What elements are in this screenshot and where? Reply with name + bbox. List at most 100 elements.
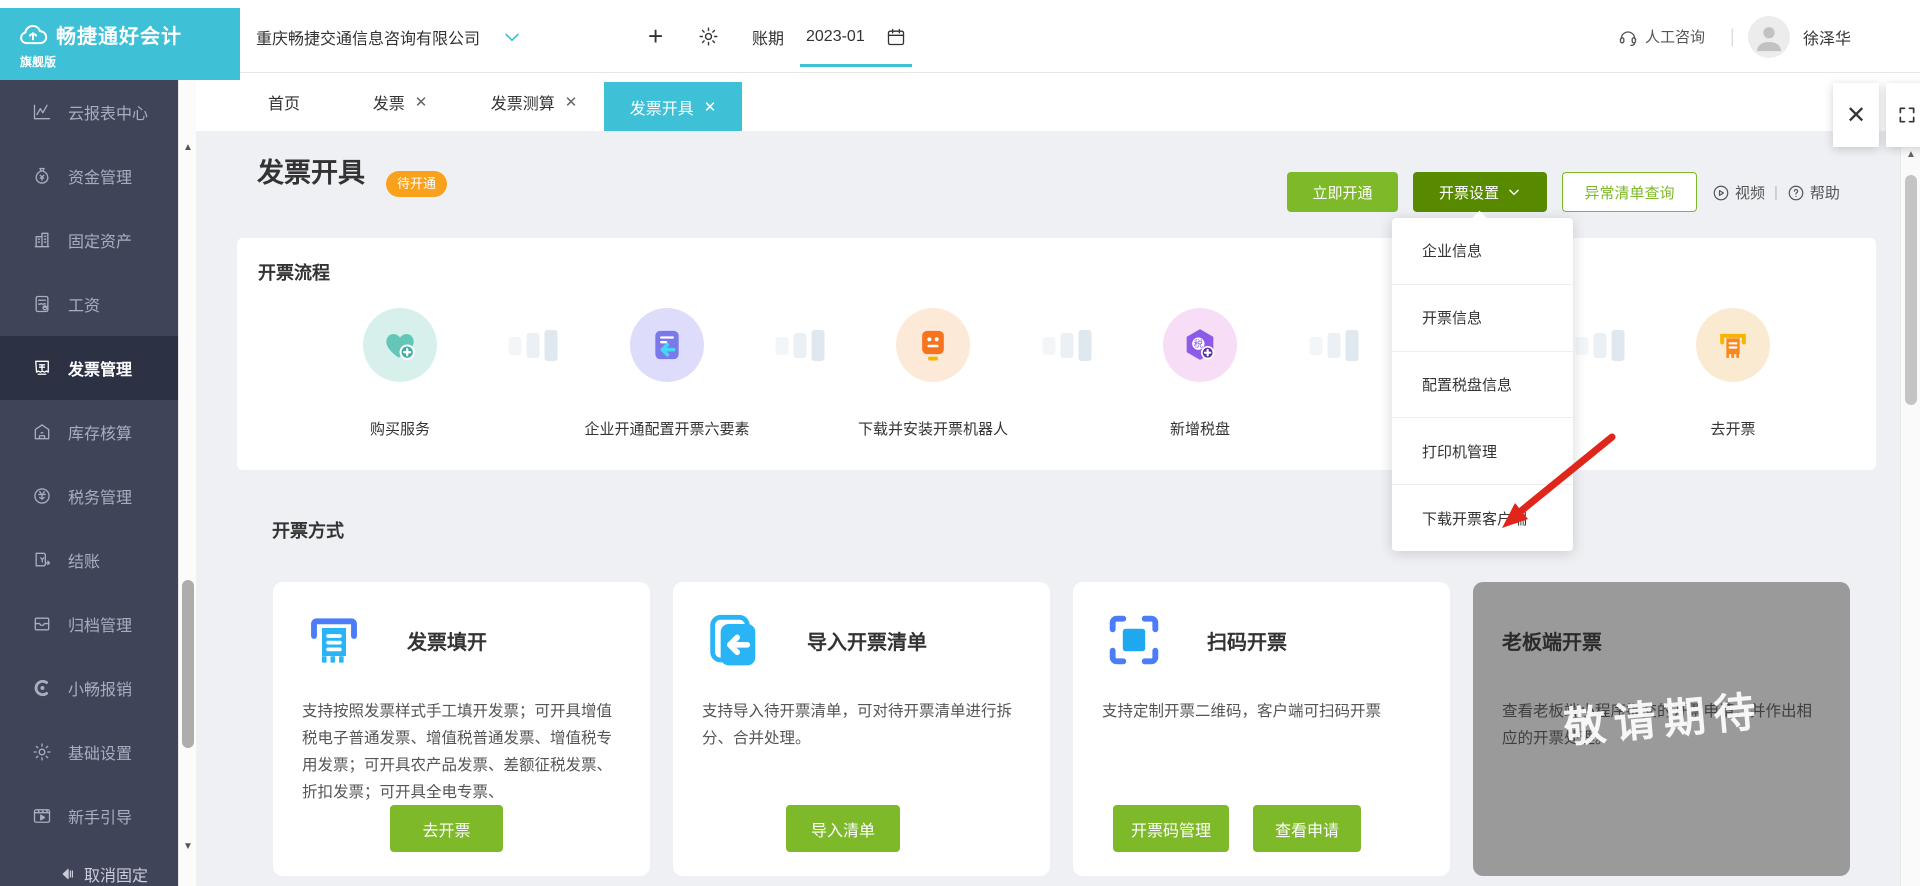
invoice-settings-dropdown-button[interactable]: 开票设置 <box>1413 172 1547 212</box>
tab-label: 发票 <box>372 96 405 113</box>
method-card-title: 扫码开票 <box>1207 632 1287 654</box>
tax-circle-icon <box>34 488 50 504</box>
account-settings-gear-icon[interactable] <box>698 0 719 73</box>
method-card-title: 发票填开 <box>407 632 487 654</box>
document-arrow-icon <box>655 330 679 360</box>
flow-step-download-robot[interactable]: 下载并安装开票机器人 <box>858 308 1008 438</box>
menu-item-invoicing-info[interactable]: 开票信息 <box>1392 283 1573 351</box>
video-help-links: 视频 | 帮助 <box>1712 182 1840 203</box>
live-support-button[interactable]: 人工咨询 <box>1618 0 1705 73</box>
sidebar-item-label: 新手引导 <box>68 810 133 827</box>
period-label: 账期 <box>752 30 785 48</box>
headset-icon <box>1619 30 1637 46</box>
help-link[interactable]: 帮助 <box>1787 182 1840 203</box>
activate-now-button[interactable]: 立即开通 <box>1287 172 1398 212</box>
tab-invoice[interactable]: 发票 ✕ <box>351 73 449 131</box>
brand-name: 畅捷通好会计 <box>56 26 182 48</box>
sidebar-item-label: 小畅报销 <box>68 682 133 699</box>
company-selector[interactable]: 重庆畅捷交通信息咨询有限公司 <box>256 0 522 73</box>
unpin-sidebar-button[interactable]: 取消固定 <box>0 854 178 886</box>
main-scroll-thumb[interactable] <box>1905 175 1917 405</box>
sidebar-item-archive[interactable]: 归档管理 <box>0 592 178 656</box>
fullscreen-button[interactable] <box>1886 83 1920 147</box>
method-card-desc: 支持定制开票二维码，客户端可扫码开票 <box>1102 703 1382 720</box>
add-account-button[interactable]: + <box>648 0 663 73</box>
expense-c-icon <box>34 679 48 697</box>
tab-label: 首页 <box>267 96 300 113</box>
unpin-icon <box>62 868 73 880</box>
flow-section-title: 开票流程 <box>258 263 330 283</box>
tax-disk-plus-icon: 税 <box>1186 329 1215 360</box>
import-list-icon <box>710 614 756 666</box>
brand-edition: 旗舰版 <box>20 55 57 69</box>
tab-invoice-calc[interactable]: 发票测算 ✕ <box>466 73 602 131</box>
tab-invoice-issue[interactable]: 发票开具 ✕ <box>604 82 742 131</box>
menu-item-tax-disk-config[interactable]: 配置税盘信息 <box>1392 350 1573 418</box>
sidebar-item-inventory[interactable]: 库存核算 <box>0 400 178 464</box>
sidebar-scroll-thumb[interactable] <box>182 580 194 748</box>
flow-step-buy-service[interactable]: 购买服务 <box>363 308 437 438</box>
tab-label: 发票测算 <box>490 96 555 113</box>
sidebar-item-funds[interactable]: 资金管理 <box>0 144 178 208</box>
sidebar-item-payroll[interactable]: 工资 <box>0 272 178 336</box>
go-invoice-button[interactable]: 去开票 <box>390 805 503 852</box>
sidebar-item-closing[interactable]: 结账 <box>0 528 178 592</box>
method-card-desc: 支持按照发票样式手工填开发票；可开具增值税电子普通发票、增值税普通发票、增值税专… <box>302 703 613 801</box>
menu-item-download-client[interactable]: 下载开票客户端 <box>1392 484 1573 551</box>
status-badge: 待开通 <box>386 171 448 197</box>
robot-icon <box>922 330 944 361</box>
flow-step-configure-elements[interactable]: 企业开通配置开票六要素 <box>584 308 750 438</box>
sidebar-item-basic-settings[interactable]: 基础设置 <box>0 720 178 784</box>
video-link[interactable]: 视频 <box>1712 182 1765 203</box>
sidebar-item-invoice-management[interactable]: 发票管理 <box>0 336 178 400</box>
sidebar-item-label: 结账 <box>68 554 101 571</box>
sidebar-item-fixed-assets[interactable]: 固定资产 <box>0 208 178 272</box>
play-circle-icon <box>1713 185 1729 200</box>
period-value[interactable]: 2023-01 <box>806 0 865 73</box>
sidebar-item-cloud-reports[interactable]: 云报表中心 <box>0 80 178 144</box>
flow-step-go-invoice[interactable]: 去开票 <box>1696 308 1770 438</box>
username[interactable]: 徐泽华 <box>1803 0 1851 73</box>
menu-item-company-info[interactable]: 企业信息 <box>1392 218 1573 284</box>
abnormal-list-query-button[interactable]: 异常清单查询 <box>1562 172 1697 212</box>
method-card-scan-code: 扫码开票 支持定制开票二维码，客户端可扫码开票 开票码管理 查看申请 <box>1073 582 1450 876</box>
main-scrollbar[interactable]: ▲ <box>1900 131 1920 886</box>
flow-step-label: 新增税盘 <box>1169 421 1231 438</box>
scroll-up-icon[interactable]: ▲ <box>179 142 197 153</box>
flow-step-add-tax-disk[interactable]: 税 新增税盘 <box>1163 308 1237 438</box>
invoice-flow-card: 开票流程 购买服务 企业开通配置开票六要素 下载并安装开票机器人 税 新增税盘 … <box>237 238 1876 470</box>
chevron-down-icon <box>505 33 519 41</box>
svg-text:税: 税 <box>1194 338 1203 349</box>
app-window: 重庆畅捷交通信息咨询有限公司 + 账期 2023-01 人工咨询 | 徐泽华 畅… <box>0 0 1920 886</box>
flow-step-label: 购买服务 <box>369 421 431 438</box>
flow-connector <box>1042 330 1092 361</box>
avatar[interactable] <box>1748 16 1790 58</box>
sidebar-item-tax[interactable]: 税务管理 <box>0 464 178 528</box>
help-label: 帮助 <box>1809 185 1840 202</box>
user-icon <box>1756 27 1782 52</box>
sidebar-item-beginner-guide[interactable]: 新手引导 <box>0 784 178 848</box>
method-card-title: 老板端开票 <box>1502 632 1602 654</box>
building-icon <box>34 232 50 248</box>
close-page-button[interactable]: ✕ <box>1833 83 1879 147</box>
view-application-button[interactable]: 查看申请 <box>1253 805 1361 852</box>
invoice-code-manage-button[interactable]: 开票码管理 <box>1113 805 1229 852</box>
support-label: 人工咨询 <box>1645 29 1706 46</box>
scroll-down-icon[interactable]: ▼ <box>179 841 197 852</box>
main-content: 发票开具 待开通 立即开通 开票设置 异常清单查询 视频 | 帮助 开票流程 购… <box>196 131 1900 886</box>
close-tab-icon[interactable]: ✕ <box>565 93 578 111</box>
flow-step-label: 企业开通配置开票六要素 <box>584 421 750 438</box>
close-tab-icon[interactable]: ✕ <box>704 98 717 116</box>
sidebar-scrollbar[interactable]: ▲ ▼ <box>178 80 196 886</box>
invoice-print-icon <box>311 618 357 663</box>
topbar: 重庆畅捷交通信息咨询有限公司 + 账期 2023-01 人工咨询 | 徐泽华 <box>0 0 1920 73</box>
close-tab-icon[interactable]: ✕ <box>415 93 428 111</box>
scroll-up-icon[interactable]: ▲ <box>1901 149 1920 160</box>
menu-item-printer-management[interactable]: 打印机管理 <box>1392 417 1573 484</box>
sidebar-item-expense[interactable]: 小畅报销 <box>0 656 178 720</box>
import-list-button[interactable]: 导入清单 <box>786 805 900 852</box>
page-title: 发票开具 <box>257 158 365 188</box>
brand-logo: 畅捷通好会计 旗舰版 <box>0 8 240 80</box>
tab-home[interactable]: 首页 <box>244 73 324 131</box>
calendar-icon[interactable] <box>886 0 906 73</box>
